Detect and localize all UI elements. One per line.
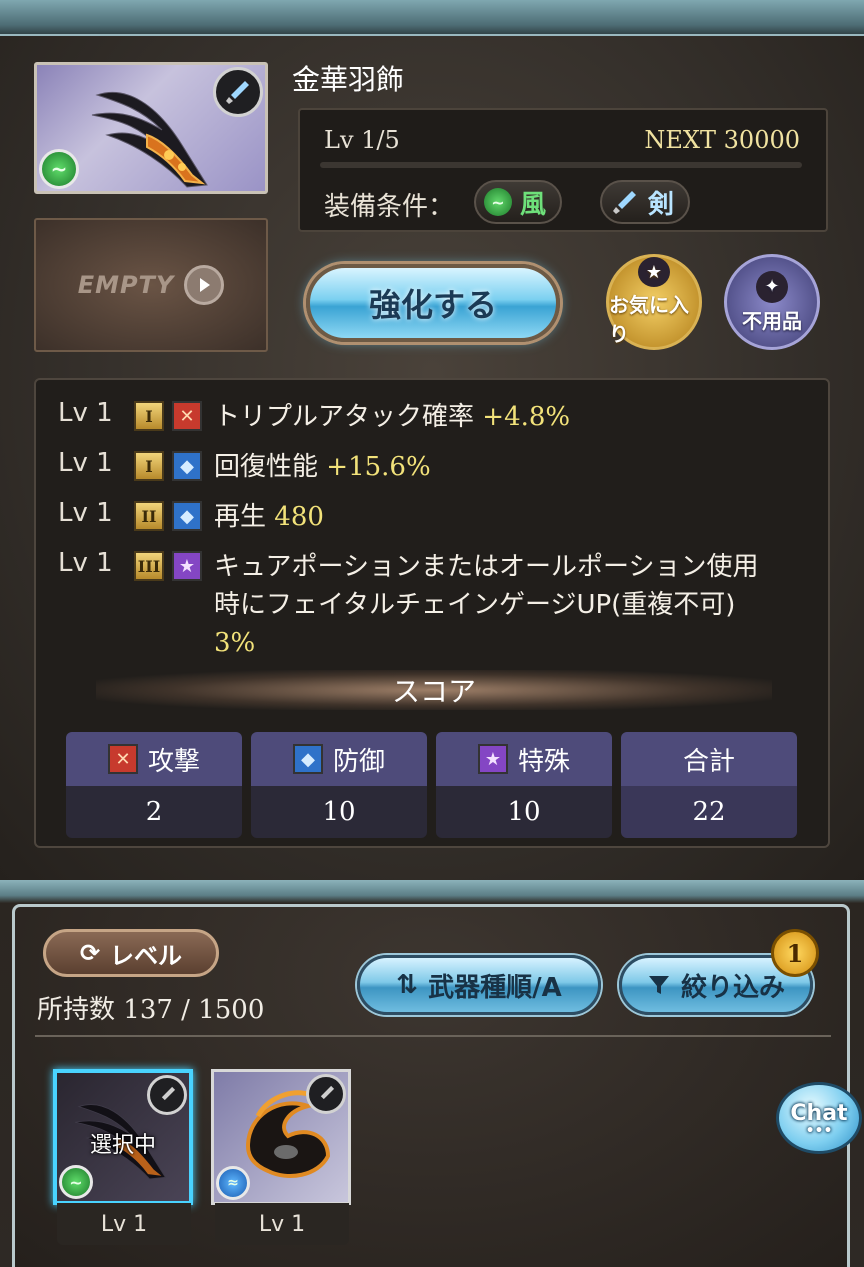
skill-value: +15.6% (326, 452, 431, 482)
owned-count-value: 137 / 1500 (123, 995, 265, 1025)
shield-icon: ◆ (172, 501, 202, 531)
weapon-name: 金華羽飾 (292, 63, 405, 96)
sort-arrows-icon: ⇅ (396, 970, 419, 1000)
score-value: 22 (621, 786, 797, 838)
special-star-icon: ★ (477, 744, 508, 774)
weapon-type-condition-pill: 剣 (600, 180, 691, 224)
score-value: 10 (251, 786, 427, 838)
skill-text: 再生 480 (214, 502, 324, 532)
owned-count-label: 所持数 (37, 995, 116, 1025)
wind-element-icon: ~ (484, 188, 512, 216)
score-title: スコア (96, 670, 772, 710)
chat-button[interactable]: Chat ••• (776, 1082, 862, 1154)
inventory-item[interactable]: ~ 選択中 (53, 1069, 193, 1205)
filter-label: 絞り込み (680, 972, 785, 1003)
skill-rank-badge: III (134, 551, 164, 581)
element-condition-pill: ~ 風 (474, 180, 563, 224)
inventory-inner-frame: ⟳ レベル 所持数 137 / 1500 ⇅ 武器種順/A 絞り込み 1 ~ 選… (12, 904, 850, 1267)
water-element-icon: ≈ (216, 1166, 250, 1200)
score-defense: ◆ 防御 10 (251, 732, 427, 838)
skill-text: 回復性能 +15.6% (214, 452, 431, 482)
chat-dots: ••• (805, 1122, 833, 1139)
sword-icon (320, 1085, 335, 1100)
sword-icon (226, 81, 249, 104)
sword-icon (613, 191, 636, 214)
score-value: 2 (66, 786, 242, 838)
skill-row: Lv 1 II ◆ 再生 480 (58, 498, 324, 536)
sort-level-label: レベル (110, 941, 183, 970)
weapon-card[interactable]: ~ (34, 62, 268, 194)
play-icon (184, 265, 225, 305)
skill-panel: Lv 1 I ✕ トリプルアタック確率 +4.8% Lv 1 I ◆ 回復性能 … (34, 378, 830, 848)
shield-icon: ◆ (292, 744, 323, 774)
score-attack: ✕ 攻撃 2 (66, 732, 242, 838)
sort-type-label: 武器種順/A (428, 972, 562, 1003)
shield-icon: ◆ (172, 451, 202, 481)
skill-level: Lv 1 (58, 498, 113, 528)
wing-ornament-art (91, 91, 208, 188)
skill-row: Lv 1 I ✕ トリプルアタック確率 +4.8% (58, 398, 570, 436)
sword-icon (161, 1086, 176, 1101)
skill-value: +4.8% (482, 402, 571, 432)
unwanted-label: 不用品 (742, 308, 802, 333)
refresh-icon: ⟳ (79, 939, 101, 967)
exp-bar (320, 162, 802, 168)
equip-condition-label: 装備条件： (324, 192, 455, 222)
filter-count-badge: 1 (771, 929, 819, 977)
weapon-info-box: Lv 1/5 NEXT 30000 装備条件： ~ 風 剣 (298, 108, 828, 232)
favorite-label: お気に入り (609, 293, 689, 346)
score-total: 合計 22 (621, 732, 797, 838)
inventory-item[interactable]: ≈ (211, 1069, 351, 1205)
chat-label: Chat (790, 1100, 848, 1126)
skill-text: キュアポーションまたはオールポーション使用時にフェイタルチェインゲージUP(重複… (214, 552, 759, 658)
sword-type-badge (213, 67, 263, 117)
skill-row: Lv 1 I ◆ 回復性能 +15.6% (58, 448, 431, 486)
score-value: 10 (436, 786, 612, 838)
skill-value: 480 (274, 502, 324, 532)
element-condition-label: 風 (520, 189, 547, 220)
wind-element-icon: ~ (39, 149, 79, 189)
sword-type-badge (147, 1075, 187, 1115)
divider (35, 1035, 831, 1037)
item-level: Lv 1 (215, 1203, 349, 1245)
skill-text: トリプルアタック確率 +4.8% (214, 402, 571, 432)
enhance-button[interactable]: 強化する (306, 264, 560, 342)
item-level: Lv 1 (57, 1203, 191, 1245)
wind-element-icon: ~ (59, 1165, 93, 1199)
weapon-type-condition-label: 剣 (648, 189, 675, 220)
star-icon: ★ (638, 257, 670, 287)
score-label: 特殊 (517, 746, 570, 777)
sort-type-button[interactable]: ⇅ 武器種順/A (357, 955, 601, 1015)
selected-label: 選択中 (89, 1133, 156, 1158)
favorite-button[interactable]: ★ お気に入り (606, 254, 702, 350)
sort-level-button[interactable]: ⟳ レベル (43, 929, 219, 977)
skill-row: Lv 1 III ★ キュアポーションまたはオールポーション使用時にフェイタルチ… (58, 548, 774, 662)
score-special: ★ 特殊 10 (436, 732, 612, 838)
empty-secondary-slot[interactable]: EMPTY (34, 218, 268, 352)
skill-rank-badge: I (134, 401, 164, 431)
score-label: 合計 (682, 746, 735, 777)
attack-icon: ✕ (172, 401, 202, 431)
filter-funnel-icon (648, 976, 669, 994)
skill-level: Lv 1 (58, 448, 113, 478)
skill-rank-badge: II (134, 501, 164, 531)
unwanted-button[interactable]: ✦ 不用品 (724, 254, 820, 350)
skill-level: Lv 1 (58, 548, 113, 578)
skill-rank-badge: I (134, 451, 164, 481)
special-star-icon: ★ (172, 551, 202, 581)
score-label: 防御 (332, 746, 385, 777)
skill-level: Lv 1 (58, 398, 113, 428)
sparkle-icon: ✦ (756, 270, 788, 303)
sword-type-badge (306, 1074, 346, 1114)
owned-count: 所持数 137 / 1500 (37, 989, 264, 1026)
attack-icon: ✕ (107, 744, 138, 774)
empty-slot-label: EMPTY (77, 271, 175, 299)
score-label: 攻撃 (147, 746, 200, 777)
weapon-level: Lv 1/5 (324, 126, 400, 154)
next-exp: NEXT 30000 (644, 126, 800, 154)
inventory-panel: ⟳ レベル 所持数 137 / 1500 ⇅ 武器種順/A 絞り込み 1 ~ 選… (0, 880, 864, 1267)
top-frame-strip (0, 0, 864, 36)
skill-value: 3% (214, 628, 256, 658)
